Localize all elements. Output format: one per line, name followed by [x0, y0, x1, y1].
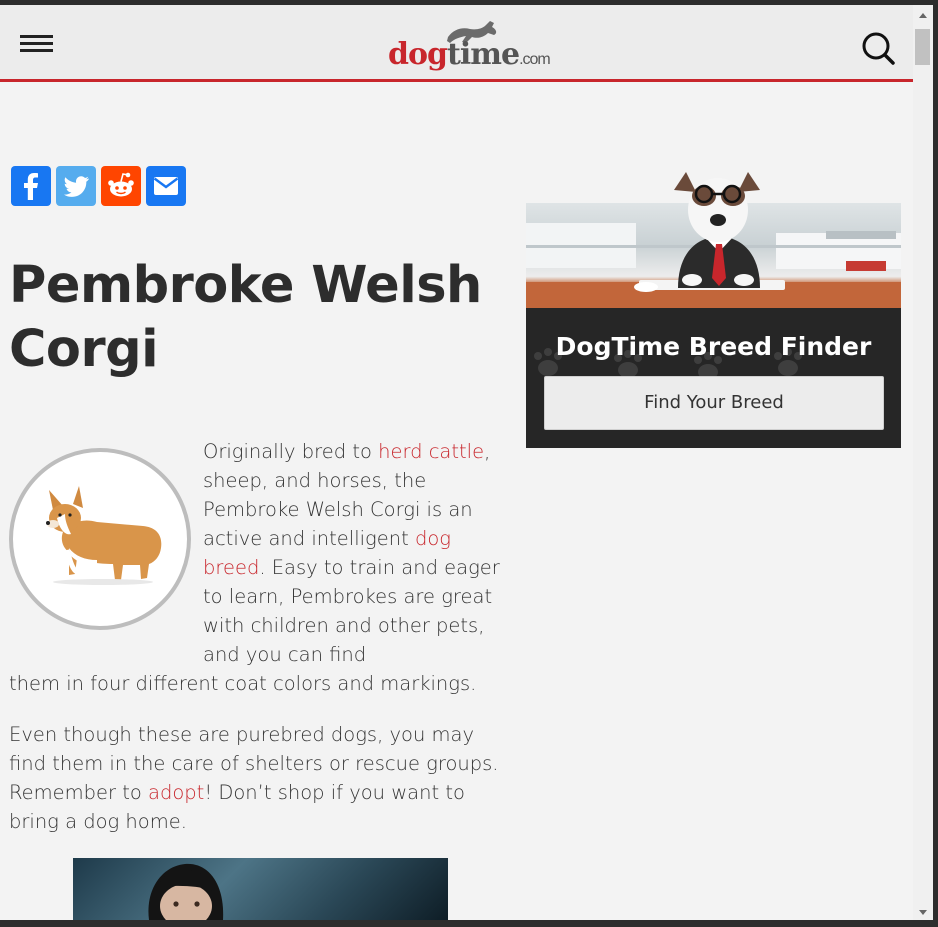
scrollbar-thumb[interactable]	[915, 29, 930, 65]
adoption-paragraph: Even though these are purebred dogs, you…	[9, 720, 509, 836]
logo-time-text: time	[446, 37, 520, 72]
scroll-down-arrow-icon[interactable]	[913, 905, 933, 919]
twitter-icon	[64, 176, 89, 197]
video-thumbnail[interactable]	[73, 858, 448, 920]
facebook-share-button[interactable]	[11, 166, 51, 206]
browser-bottom-edge	[0, 920, 938, 927]
herd-cattle-link[interactable]: herd cattle	[378, 440, 484, 463]
search-icon[interactable]	[860, 31, 896, 71]
logo-dog-text: dog	[388, 37, 448, 72]
bull-terrier-mascot	[674, 172, 760, 288]
corgi-breed-image	[9, 448, 191, 630]
intro-text-1: Originally bred to	[203, 440, 379, 463]
site-header: dogtime.com	[0, 5, 913, 82]
adopt-link[interactable]: adopt	[148, 781, 204, 804]
reddit-icon	[108, 172, 134, 197]
facebook-icon	[24, 173, 38, 200]
find-your-breed-button[interactable]: Find Your Breed	[544, 376, 884, 430]
scroll-up-arrow-icon[interactable]	[913, 7, 933, 21]
page-title: Pembroke Welsh Corgi	[9, 256, 482, 379]
reddit-share-button[interactable]	[101, 166, 141, 206]
browser-right-edge	[933, 5, 938, 927]
twitter-share-button[interactable]	[56, 166, 96, 206]
breed-finder-widget: DogTime Breed Finder Find Your Breed	[526, 168, 901, 448]
email-share-button[interactable]	[146, 166, 186, 206]
hamburger-menu-icon[interactable]	[20, 35, 53, 55]
intro-paragraph-continued: them in four different coat colors and m…	[9, 672, 477, 695]
breed-finder-title: DogTime Breed Finder	[555, 332, 872, 361]
logo-wordmark: dogtime.com	[388, 37, 551, 78]
vertical-scrollbar[interactable]	[913, 5, 933, 920]
email-icon	[153, 177, 179, 195]
dogtime-logo[interactable]: dogtime.com	[386, 17, 551, 73]
logo-com-text: .com	[519, 51, 551, 68]
intro-paragraph: Originally bred to herd cattle, sheep, a…	[203, 437, 513, 669]
